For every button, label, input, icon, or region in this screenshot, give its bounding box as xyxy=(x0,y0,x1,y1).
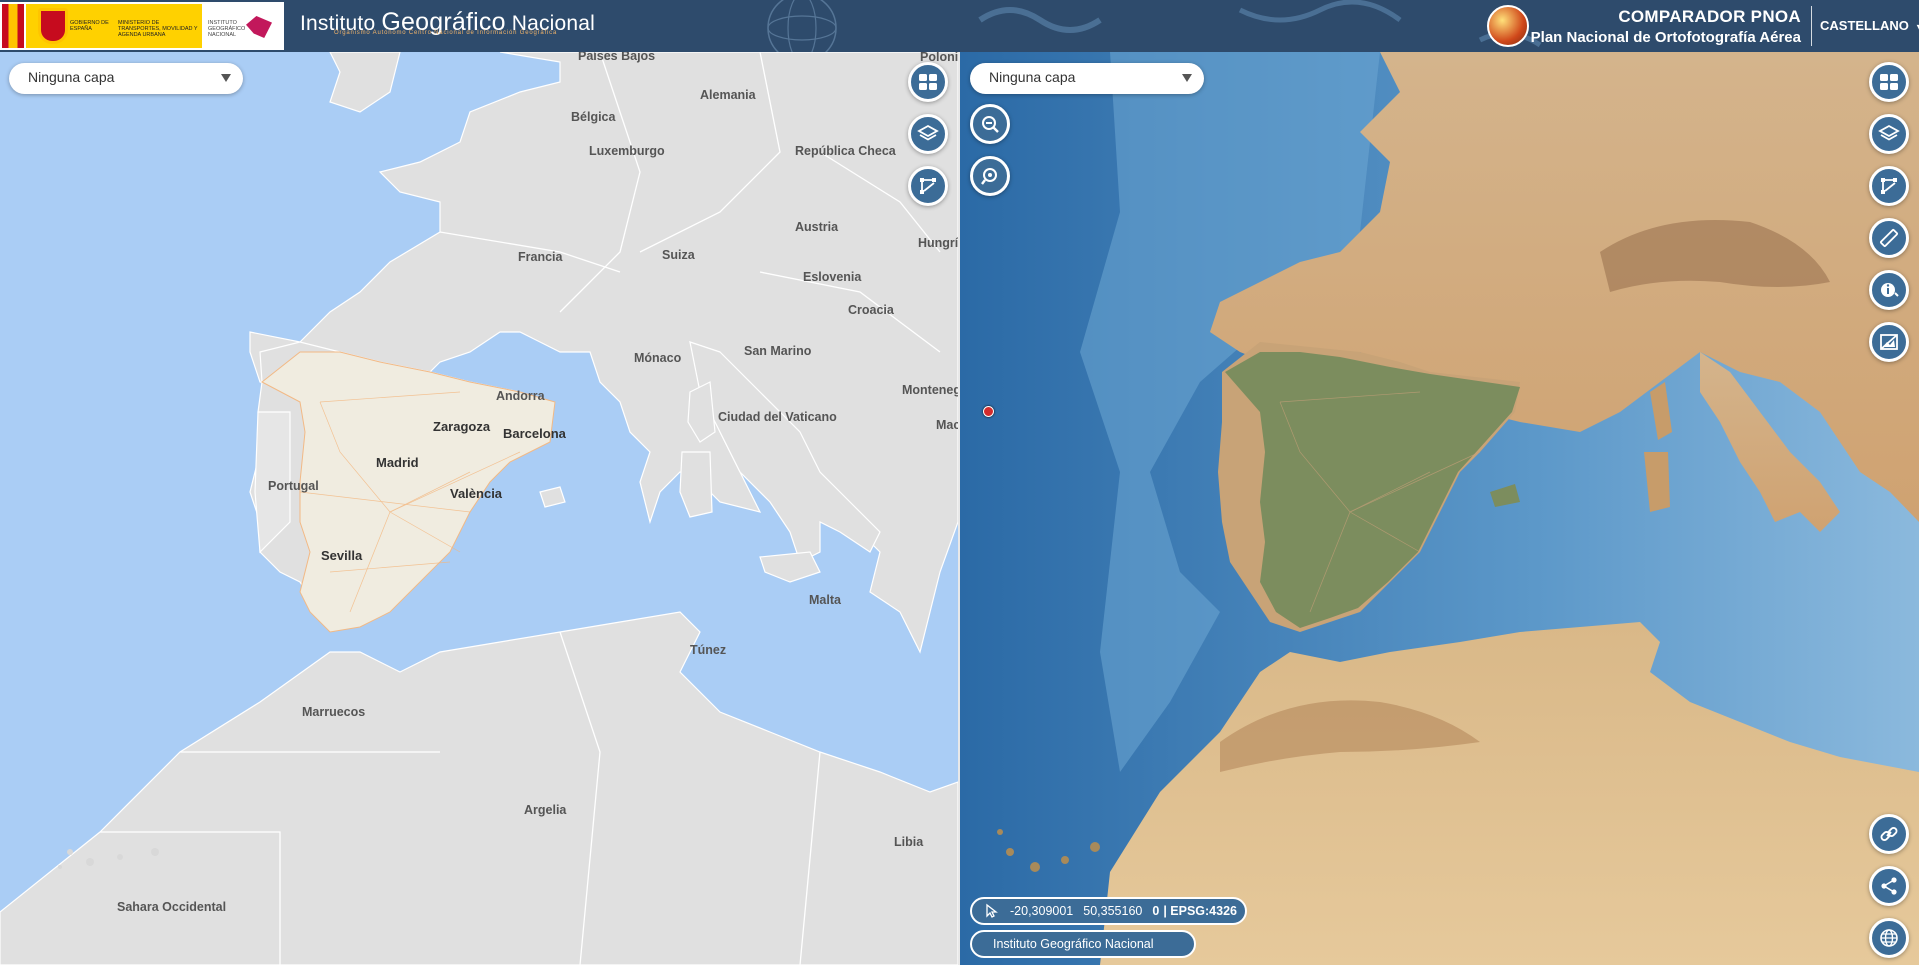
map-label: República Checa xyxy=(795,144,896,158)
chevron-down-icon xyxy=(1182,74,1192,82)
right-map[interactable]: Ninguna capa -20,309001 50,355160 0 | EP… xyxy=(960,52,1919,965)
attribution-label: Instituto Geográfico Nacional xyxy=(993,937,1154,951)
app-subtitle: Plan Nacional de Ortofotografía Aérea xyxy=(1530,29,1801,46)
link-button[interactable] xyxy=(1869,814,1909,854)
layers-button[interactable] xyxy=(908,114,948,154)
location-marker[interactable] xyxy=(983,406,994,417)
map-label: Marruecos xyxy=(302,705,366,719)
language-separator xyxy=(1811,6,1812,46)
image-compare-button[interactable] xyxy=(1869,322,1909,362)
pnoa-logo-icon[interactable] xyxy=(1487,5,1529,47)
layers-button[interactable] xyxy=(1869,114,1909,154)
map-label: Barcelona xyxy=(503,426,566,441)
zoom-to-location-button[interactable] xyxy=(970,156,1010,196)
chevron-down-icon: ▼ xyxy=(1915,22,1919,32)
compare-mode-button[interactable] xyxy=(1869,62,1909,102)
layer-select-left[interactable]: Ninguna capa xyxy=(9,63,243,94)
map-label: Andorra xyxy=(496,389,545,403)
coord-y: 50,355160 xyxy=(1083,904,1143,918)
map-label: Madrid xyxy=(376,455,419,470)
language-label: CASTELLANO xyxy=(1820,18,1909,33)
gov-text: GOBIERNO DE ESPAÑA xyxy=(70,20,109,32)
map-label: Francia xyxy=(518,250,563,264)
vector-edit-icon xyxy=(1881,178,1897,194)
map-label: València xyxy=(450,486,503,501)
draw-tools-button[interactable] xyxy=(908,166,948,206)
draw-tools-button[interactable] xyxy=(1869,166,1909,206)
ruler-icon xyxy=(1880,229,1898,247)
share-icon xyxy=(1881,877,1897,895)
share-button[interactable] xyxy=(1869,866,1909,906)
left-map[interactable]: Países Bajos Polonia Alemania Bélgica Lu… xyxy=(0,52,958,965)
zoom-out-icon xyxy=(982,116,999,133)
layer-select-value: Ninguna capa xyxy=(989,69,1076,85)
coord-x: -20,309001 xyxy=(1010,904,1074,918)
coordinates-bar[interactable]: -20,309001 50,355160 0 | EPSG:4326 xyxy=(970,897,1247,925)
map-label: Austria xyxy=(795,220,839,234)
map-label: Eslovenia xyxy=(803,270,862,284)
government-logo[interactable]: GOBIERNO DE ESPAÑA MINISTERIO DE TRANSPO… xyxy=(0,2,284,50)
map-label: Portugal xyxy=(268,479,319,493)
grid-layout-icon xyxy=(1880,74,1898,90)
map-label: Túnez xyxy=(690,643,727,657)
map-label: Hungría xyxy=(918,236,958,250)
map-label: Luxemburgo xyxy=(589,144,665,158)
app-title: COMPARADOR PNOA Plan Nacional de Ortofot… xyxy=(1531,7,1801,46)
ign-small-text: INSTITUTO GEOGRÁFICO NACIONAL xyxy=(208,20,246,38)
spain-flag-icon xyxy=(2,4,24,48)
ign-logo-icon xyxy=(246,16,272,38)
attribution-button[interactable]: Instituto Geográfico Nacional xyxy=(970,930,1196,958)
projection-button[interactable] xyxy=(1869,918,1909,958)
app-title-main: COMPARADOR PNOA xyxy=(1618,7,1801,26)
map-label: Mónaco xyxy=(634,351,682,365)
grid-layout-icon xyxy=(919,74,937,90)
map-label: Sevilla xyxy=(321,548,363,563)
measure-button[interactable] xyxy=(1869,218,1909,258)
chevron-down-icon xyxy=(221,74,231,82)
zoom-out-button[interactable] xyxy=(970,104,1010,144)
map-label: Zaragoza xyxy=(433,419,491,434)
zoom-location-icon xyxy=(981,168,997,185)
map-label: Libia xyxy=(894,835,924,849)
app-header: GOBIERNO DE ESPAÑA MINISTERIO DE TRANSPO… xyxy=(0,0,1919,52)
compare-mode-button[interactable] xyxy=(908,62,948,102)
cursor-icon xyxy=(986,903,998,918)
coord-epsg: | EPSG:4326 xyxy=(1163,904,1237,918)
ign-subtitle: Organismo Autónomo Centro Nacional de In… xyxy=(334,30,558,36)
map-label: Sahara Occidental xyxy=(117,900,227,914)
image-compare-icon xyxy=(1880,334,1898,350)
map-label: Países Bajos xyxy=(578,52,656,63)
coord-z: 0 xyxy=(1152,904,1160,918)
layer-select-value: Ninguna capa xyxy=(28,69,115,85)
coat-of-arms-icon xyxy=(38,8,68,44)
map-label: Argelia xyxy=(524,803,567,817)
map-label: Croacia xyxy=(848,303,894,317)
map-label: Bélgica xyxy=(571,110,616,124)
right-map-canvas[interactable] xyxy=(960,52,1919,965)
layers-icon xyxy=(1878,124,1900,141)
map-label: Alemania xyxy=(700,88,756,102)
map-label: Mac xyxy=(936,418,958,432)
left-map-canvas[interactable] xyxy=(0,52,958,965)
link-icon xyxy=(1880,827,1898,841)
map-label: San Marino xyxy=(744,344,812,358)
map-label: Montenegro xyxy=(902,383,958,397)
info-button[interactable] xyxy=(1869,270,1909,310)
map-label: Suiza xyxy=(662,248,695,262)
layers-icon xyxy=(917,124,939,141)
layer-select-right[interactable]: Ninguna capa xyxy=(970,63,1204,94)
ministry-text: MINISTERIO DE TRANSPORTES, MOVILIDAD Y A… xyxy=(118,20,198,38)
globe-icon xyxy=(1880,929,1898,947)
info-icon xyxy=(1881,283,1899,297)
vector-edit-icon xyxy=(920,178,936,194)
map-label: Ciudad del Vaticano xyxy=(718,410,837,424)
language-selector[interactable]: CASTELLANO ▼ xyxy=(1820,18,1919,33)
map-label: Malta xyxy=(809,593,841,607)
